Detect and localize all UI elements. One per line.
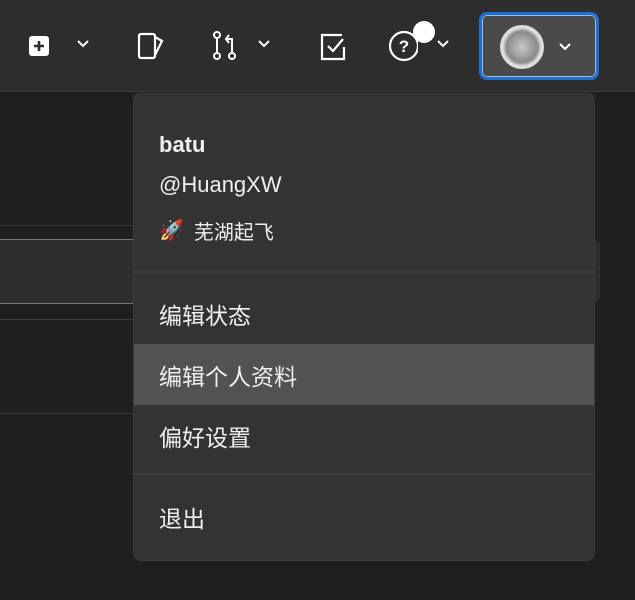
user-dropdown-menu: batu @HuangXW 🚀 芜湖起飞 编辑状态 编辑个人资料 偏好设置 退出	[133, 93, 595, 561]
menu-item-edit-profile[interactable]: 编辑个人资料	[134, 344, 594, 405]
avatar	[500, 25, 544, 69]
chevron-down-icon[interactable]	[435, 36, 451, 52]
divider	[134, 473, 594, 475]
background-panel	[0, 239, 133, 304]
checkbox-icon[interactable]	[318, 30, 348, 62]
menu-item-edit-status[interactable]: 编辑状态	[134, 283, 594, 344]
notification-dot	[413, 21, 435, 43]
menu-item-sign-out[interactable]: 退出	[134, 486, 594, 547]
svg-text:?: ?	[399, 37, 409, 56]
divider	[134, 271, 594, 273]
pull-request-icon[interactable]	[211, 30, 241, 62]
status-text: 芜湖起飞	[193, 222, 274, 244]
chevron-down-icon[interactable]	[256, 36, 272, 52]
divider	[0, 413, 133, 414]
divider	[0, 319, 133, 320]
plus-square-icon[interactable]	[24, 30, 54, 62]
chevron-down-icon	[559, 43, 571, 51]
user-menu-button[interactable]	[479, 12, 599, 80]
user-status: 🚀 芜湖起飞	[159, 216, 274, 245]
top-nav: ?	[0, 0, 635, 92]
rocket-icon: 🚀	[159, 220, 184, 242]
user-handle: @HuangXW	[159, 172, 282, 197]
user-name: batu	[159, 132, 206, 157]
chevron-down-icon[interactable]	[75, 36, 91, 52]
divider	[0, 225, 133, 226]
menu-item-preferences[interactable]: 偏好设置	[134, 405, 594, 466]
note-icon[interactable]	[136, 30, 166, 62]
